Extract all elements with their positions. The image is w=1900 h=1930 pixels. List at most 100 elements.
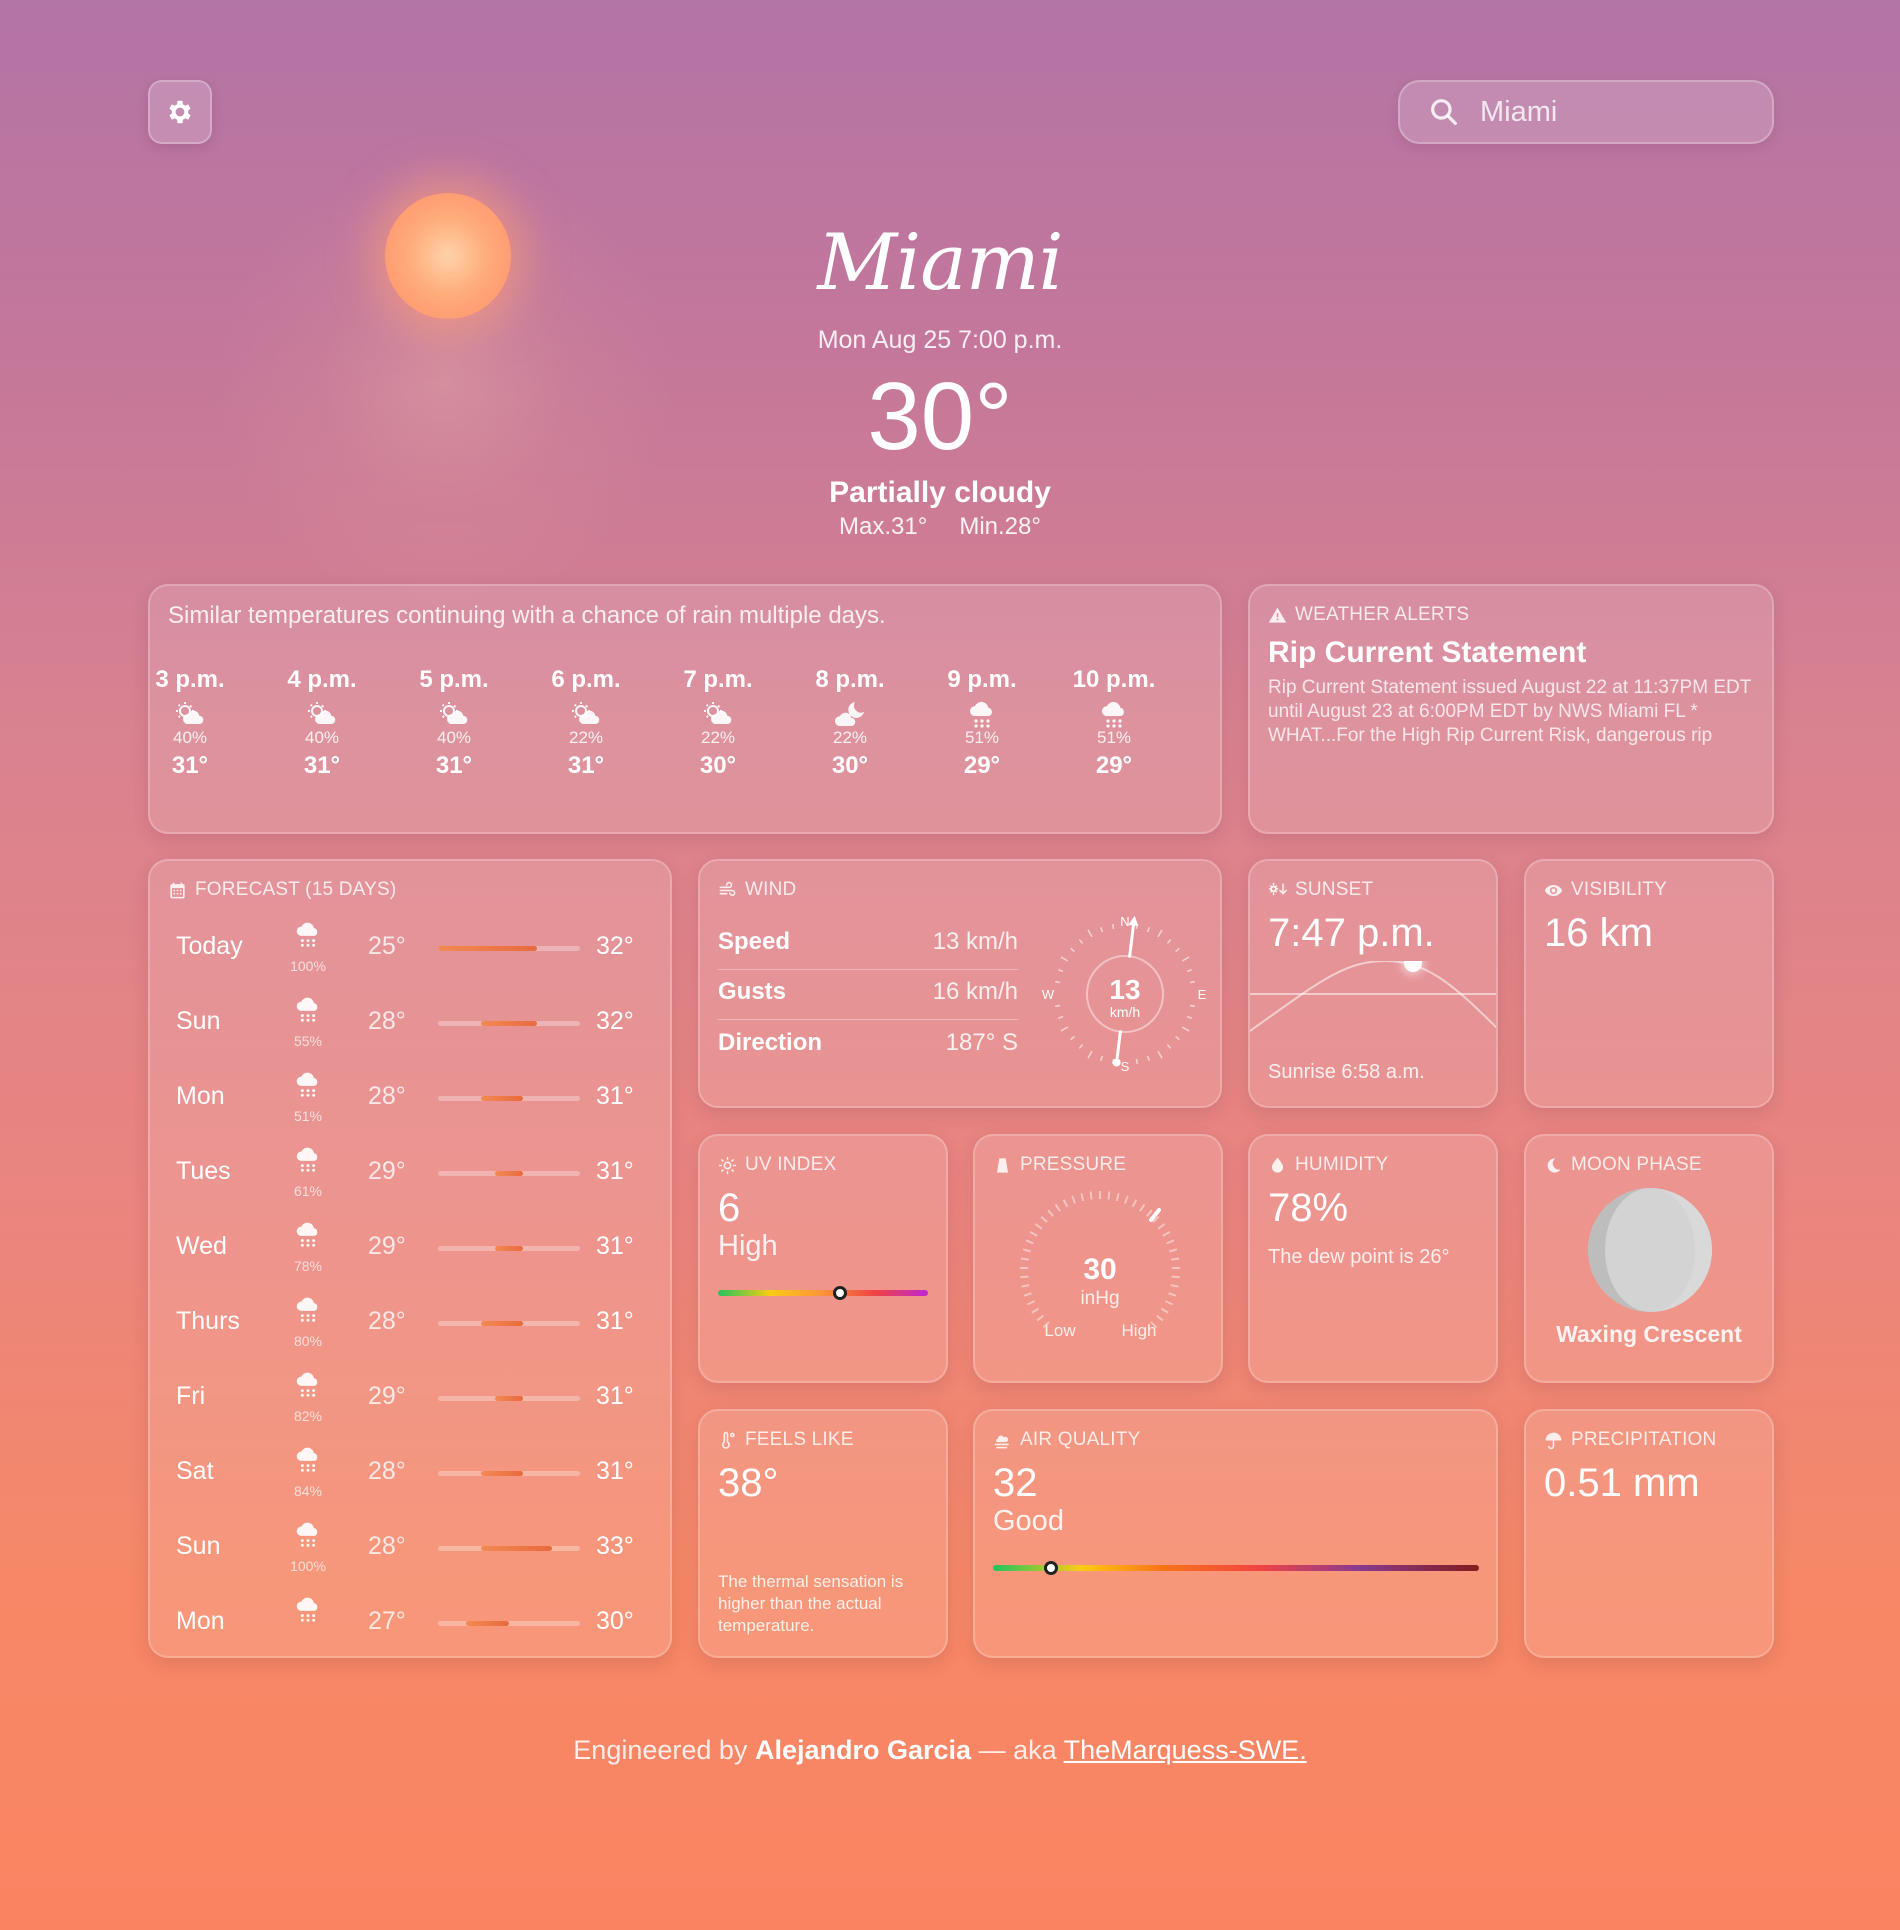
forecast-icon-wrap xyxy=(292,1520,324,1548)
humidity-label: HUMIDITY xyxy=(1268,1154,1388,1176)
forecast-high: 31° xyxy=(596,1082,634,1110)
forecast-row: Sun 55% 28° 32° xyxy=(150,991,670,1066)
wind-direction-label: Direction xyxy=(718,1029,823,1056)
pressure-tick xyxy=(1029,1231,1038,1237)
forecast-high: 31° xyxy=(596,1307,634,1335)
rain-cloud-icon xyxy=(296,1597,318,1622)
alert-text: Rip Current Statement issued August 22 a… xyxy=(1268,677,1751,746)
pressure-high-label: High xyxy=(1122,1321,1157,1340)
forecast-day: Today xyxy=(176,932,243,960)
sunset-icon xyxy=(1268,882,1287,895)
pressure-tick xyxy=(1022,1248,1031,1253)
feels-like-label-text: FEELS LIKE xyxy=(745,1429,854,1450)
forecast-high: 31° xyxy=(596,1457,634,1485)
pressure-label-text: PRESSURE xyxy=(1020,1154,1127,1175)
hourly-item: 5 p.m. 40% 31° xyxy=(399,666,509,780)
hourly-item: 3 p.m. 40% 31° xyxy=(150,666,245,780)
forecast-precip: 84% xyxy=(293,1483,323,1499)
search-input[interactable] xyxy=(1480,95,1730,129)
moon-phase-card: MOON PHASE Waxing Crescent xyxy=(1524,1134,1774,1383)
forecast-precip: 78% xyxy=(293,1258,323,1274)
search-icon xyxy=(1431,99,1457,125)
compass-tick xyxy=(1078,939,1084,944)
current-temperature: 30° xyxy=(867,363,1013,470)
eye-icon xyxy=(1544,884,1563,896)
pressure-tick xyxy=(1168,1292,1177,1297)
sunset-label: SUNSET xyxy=(1268,879,1373,901)
smog-icon xyxy=(994,1435,1009,1448)
compass-tick xyxy=(1186,969,1192,973)
forecast-high: 32° xyxy=(596,1007,634,1035)
hourly-forecast-card: Similar temperatures continuing with a c… xyxy=(148,584,1222,834)
hourly-temp: 31° xyxy=(171,752,209,779)
compass-tick xyxy=(1135,1058,1139,1065)
sun-position-dot xyxy=(1404,961,1422,972)
forecast-range-fill xyxy=(480,1546,552,1551)
forecast-day: Sat xyxy=(176,1457,214,1485)
forecast-day: Sun xyxy=(176,1007,221,1035)
air-quality-level: Good xyxy=(993,1505,1064,1537)
hourly-item: 8 p.m. 22% 30° xyxy=(795,666,905,780)
footer-aka: — aka xyxy=(978,1735,1057,1765)
forecast-range-bar xyxy=(438,1171,580,1176)
compass-tick xyxy=(1060,956,1069,962)
forecast-precip: 80% xyxy=(293,1333,323,1349)
wind-speed-row: Speed 13 km/h xyxy=(718,928,1018,968)
forecast-high: 30° xyxy=(596,1607,634,1635)
current-datetime: Mon Aug 25 7:00 p.m. xyxy=(817,326,1063,354)
hourly-temp: 29° xyxy=(963,752,1001,779)
forecast-row: Wed 78% 29° 31° xyxy=(150,1216,670,1291)
compass-tick xyxy=(1146,927,1150,933)
settings-button[interactable] xyxy=(148,80,212,144)
hourly-item: 4 p.m. 40% 31° xyxy=(267,666,377,780)
feels-like-card: FEELS LIKE 38° The thermal sensation is … xyxy=(698,1409,948,1658)
hourly-time: 4 p.m. xyxy=(287,666,357,693)
pressure-tick xyxy=(1021,1284,1030,1288)
pressure-tick xyxy=(1115,1192,1120,1202)
compass-tick xyxy=(1166,1044,1172,1049)
footer-handle-link[interactable]: TheMarquess-SWE. xyxy=(1064,1735,1307,1765)
compass-east: E xyxy=(1198,987,1207,1002)
pressure-tick xyxy=(1169,1248,1178,1253)
forecast-label-text: FORECAST (15 DAYS) xyxy=(195,879,397,900)
pressure-tick xyxy=(1160,1307,1169,1314)
search-bar[interactable] xyxy=(1398,80,1774,144)
hourly-time: 10 p.m. xyxy=(1072,666,1156,693)
pressure-tick xyxy=(1089,1191,1093,1200)
precipitation-card: PRECIPITATION 0.51 mm xyxy=(1524,1409,1774,1658)
forecast-icon-wrap xyxy=(292,1370,324,1398)
compass-tick xyxy=(1054,980,1061,984)
forecast-precip: 100% xyxy=(290,1558,326,1574)
air-quality-label-text: AIR QUALITY xyxy=(1020,1429,1141,1450)
pressure-tick xyxy=(1036,1314,1045,1322)
pressure-tick xyxy=(1107,1191,1111,1200)
forecast-label: FORECAST (15 DAYS) xyxy=(168,879,396,901)
forecast-row: Sun 100% 28° 33° xyxy=(150,1516,670,1591)
moon-phase-label: MOON PHASE xyxy=(1544,1154,1702,1176)
forecast-range-fill xyxy=(480,1021,538,1026)
air-quality-marker xyxy=(1044,1561,1059,1575)
forecast-low: 28° xyxy=(368,1457,406,1485)
hourly-icon xyxy=(701,700,735,728)
forecast-low: 29° xyxy=(368,1157,406,1185)
hourly-item: 9 p.m. 51% 29° xyxy=(927,666,1037,780)
forecast-low: 29° xyxy=(368,1232,406,1260)
pressure-tick xyxy=(1062,1199,1069,1208)
rain-cloud-icon xyxy=(296,1447,318,1472)
pressure-tick xyxy=(1162,1231,1171,1237)
divider xyxy=(718,1019,1018,1020)
wind-gusts-label: Gusts xyxy=(718,978,787,1005)
uv-index-bar xyxy=(718,1286,928,1300)
footer-author: Alejandro Garcia xyxy=(754,1735,972,1765)
compass-tick xyxy=(1054,1004,1061,1008)
wind-icon xyxy=(719,881,736,896)
droplet-icon xyxy=(1271,1157,1284,1173)
precipitation-value: 0.51 mm xyxy=(1544,1461,1700,1505)
pressure-tick xyxy=(1157,1223,1166,1230)
forecast-day: Thurs xyxy=(176,1307,240,1335)
pressure-tick xyxy=(1025,1239,1034,1245)
sunset-label-text: SUNSET xyxy=(1295,879,1374,900)
forecast-row: Today 100% 25° 32° xyxy=(150,916,670,991)
forecast-icon-wrap xyxy=(292,1145,324,1173)
forecast-day: Fri xyxy=(176,1382,206,1410)
